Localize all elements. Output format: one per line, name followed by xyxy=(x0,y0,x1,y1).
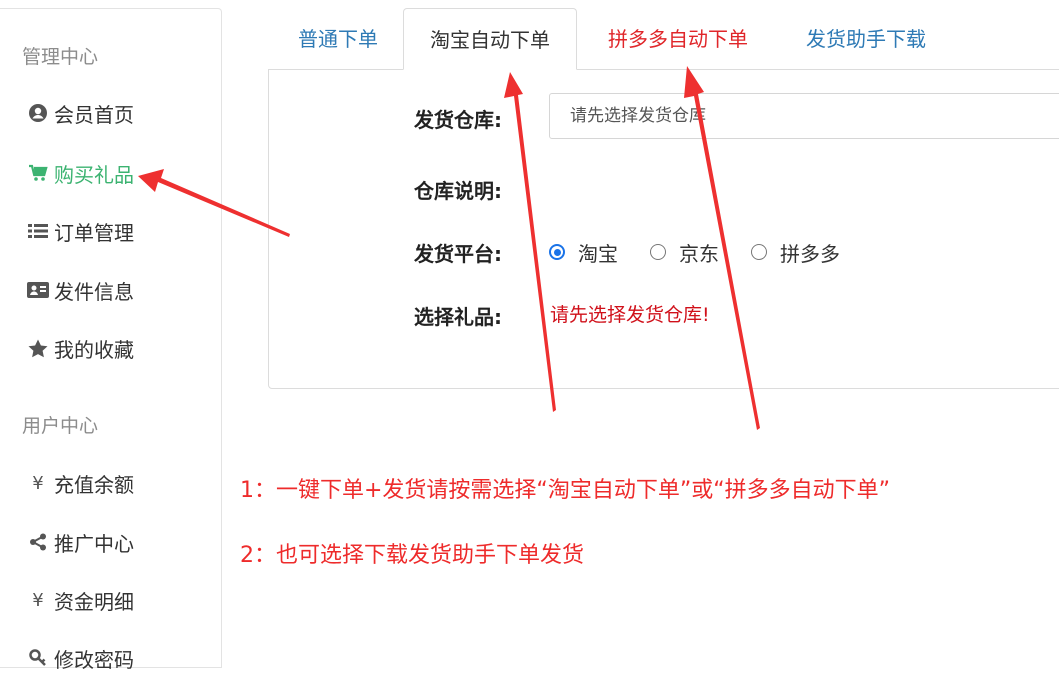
tab-shipping-assistant-download[interactable]: 发货助手下载 xyxy=(788,8,944,70)
id-card-icon xyxy=(26,279,50,301)
sidebar-item-label: 修改密码 xyxy=(54,647,134,672)
sidebar-item-member-home[interactable]: 会员首页 xyxy=(26,98,134,128)
share-icon xyxy=(26,531,50,553)
radio-label: 京东 xyxy=(679,241,719,266)
tab-taobao-auto-order[interactable]: 淘宝自动下单 xyxy=(403,8,577,70)
platform-label: 发货平台: xyxy=(414,242,502,266)
section-title-user: 用户中心 xyxy=(22,415,99,437)
sidebar-item-promotion[interactable]: 推广中心 xyxy=(26,527,134,557)
gift-warning-text: 请先选择发货仓库! xyxy=(550,304,710,326)
radio-jd-indicator[interactable] xyxy=(650,244,666,260)
sidebar-item-label: 充值余额 xyxy=(54,472,134,497)
tab-pinduoduo-auto-order[interactable]: 拼多多自动下单 xyxy=(590,8,766,70)
gift-label: 选择礼品: xyxy=(414,305,502,329)
platform-radio-group: 淘宝 京东 拼多多 xyxy=(549,237,872,267)
tab-normal-order[interactable]: 普通下单 xyxy=(278,8,398,70)
sidebar-item-funds[interactable]: ¥ 资金明细 xyxy=(26,585,134,615)
key-icon xyxy=(26,647,50,669)
sidebar-item-label: 资金明细 xyxy=(54,589,134,614)
star-icon xyxy=(26,337,50,359)
warehouse-desc-label: 仓库说明: xyxy=(414,179,502,203)
list-icon xyxy=(26,220,50,242)
sidebar-item-label: 我的收藏 xyxy=(54,337,134,362)
warehouse-label: 发货仓库: xyxy=(414,108,502,132)
yen-icon: ¥ xyxy=(32,472,44,494)
cart-icon xyxy=(26,162,50,184)
annotation-note-2: 2：也可选择下载发货助手下单发货 xyxy=(240,543,584,568)
sidebar-item-label: 会员首页 xyxy=(54,102,134,127)
radio-label: 淘宝 xyxy=(578,241,618,266)
section-title-management: 管理中心 xyxy=(22,46,99,68)
radio-pinduoduo-indicator[interactable] xyxy=(751,244,767,260)
sidebar-item-orders[interactable]: 订单管理 xyxy=(26,216,134,246)
sidebar-item-label: 发件信息 xyxy=(54,279,134,304)
radio-label: 拼多多 xyxy=(780,241,840,266)
sidebar-item-change-password[interactable]: 修改密码 xyxy=(26,643,134,673)
warehouse-select[interactable]: 请先选择发货仓库 xyxy=(549,93,1059,139)
sidebar-item-label: 订单管理 xyxy=(54,220,134,245)
radio-pinduoduo[interactable]: 拼多多 xyxy=(751,238,840,267)
sidebar-item-buy-gifts[interactable]: 购买礼品 xyxy=(26,158,134,188)
user-circle-icon xyxy=(26,102,50,124)
sidebar-item-label: 推广中心 xyxy=(54,531,134,556)
sidebar-item-recharge[interactable]: ¥ 充值余额 xyxy=(26,468,134,498)
sidebar-item-favorites[interactable]: 我的收藏 xyxy=(26,333,134,363)
sidebar-item-label: 购买礼品 xyxy=(54,162,134,187)
radio-jd[interactable]: 京东 xyxy=(650,238,719,267)
radio-taobao[interactable]: 淘宝 xyxy=(549,238,618,267)
sidebar-item-sender-info[interactable]: 发件信息 xyxy=(26,275,134,305)
yen-icon: ¥ xyxy=(32,589,44,611)
annotation-note-1: 1：一键下单+发货请按需选择“淘宝自动下单”或“拼多多自动下单” xyxy=(240,478,891,503)
radio-taobao-indicator[interactable] xyxy=(549,244,565,260)
